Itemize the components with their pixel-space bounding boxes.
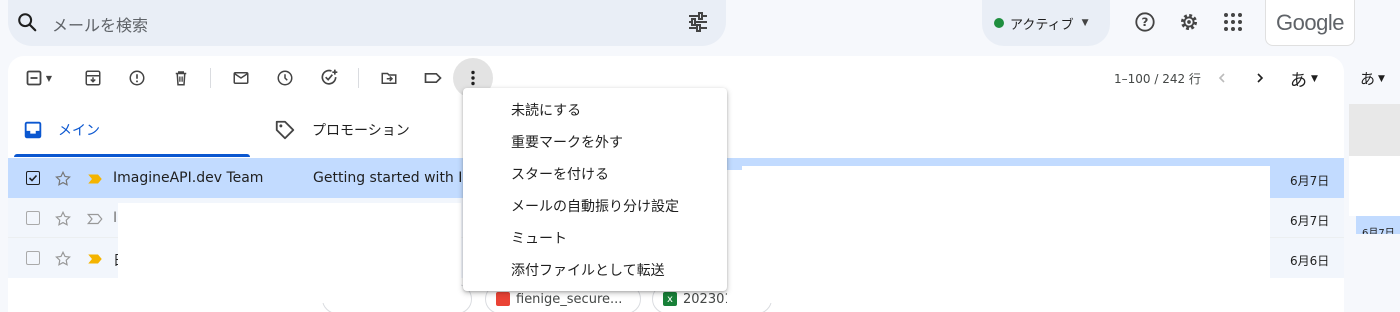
redacted-region	[727, 170, 1270, 303]
star-icon[interactable]	[54, 250, 72, 268]
archive-icon[interactable]	[81, 66, 105, 90]
toolbar-divider	[210, 68, 211, 88]
input-tools-label: あ	[1360, 70, 1376, 88]
tab-promotions[interactable]: プロモーション	[312, 120, 410, 140]
redacted-region	[118, 203, 461, 303]
tab-main[interactable]: メイン	[58, 120, 100, 140]
side-panel-row	[1349, 156, 1400, 216]
side-panel-strip	[1349, 104, 1400, 156]
mark-as-read-icon[interactable]	[229, 66, 253, 90]
search-icon[interactable]	[16, 11, 38, 33]
status-selector[interactable]: アクティブ ▼	[982, 0, 1110, 46]
snooze-clock-icon[interactable]	[273, 66, 297, 90]
menu-item-forward-as-attachment[interactable]: 添付ファイルとして転送	[463, 254, 727, 286]
chevron-down-icon: ▼	[1378, 73, 1385, 84]
chevron-right-icon[interactable]	[1248, 66, 1272, 90]
google-logo[interactable]: Google	[1265, 0, 1355, 46]
row-date: 6月7日	[1290, 214, 1330, 228]
attachment-name: fienige_secure...	[516, 291, 623, 307]
important-marker-icon[interactable]	[86, 250, 104, 268]
chevron-down-icon: ▼	[1311, 73, 1318, 84]
status-label: アクティブ	[1010, 17, 1074, 33]
add-task-icon[interactable]	[317, 66, 341, 90]
row-checkbox[interactable]	[26, 171, 40, 185]
delete-icon[interactable]	[169, 66, 193, 90]
more-vert-icon[interactable]	[461, 66, 485, 90]
row-subject: Getting started with Ima	[313, 170, 485, 186]
svg-text:?: ?	[1142, 15, 1149, 29]
toolbar-divider	[358, 68, 359, 88]
pagination-range: 1–100 / 242 行	[1114, 72, 1201, 86]
redacted-region	[742, 166, 1270, 176]
chevron-down-icon: ▼	[1081, 18, 1089, 28]
menu-item-unmark-important[interactable]: 重要マークを外す	[463, 126, 727, 158]
input-tools-label: あ	[1290, 71, 1307, 91]
row-date: 6月7日	[1290, 174, 1330, 188]
menu-item-mute[interactable]: ミュート	[463, 222, 727, 254]
pdf-file-icon	[496, 292, 510, 306]
tag-icon[interactable]	[274, 119, 296, 141]
more-options-menu: 未読にする 重要マークを外す スターを付ける メールの自動振り分け設定 ミュート…	[463, 88, 727, 291]
gear-icon[interactable]	[1175, 8, 1203, 36]
input-tools-button-secondary[interactable]: あ ▼	[1360, 68, 1385, 89]
star-icon[interactable]	[54, 170, 72, 188]
spreadsheet-file-icon: x	[663, 292, 677, 306]
input-tools-button[interactable]: あ ▼	[1290, 66, 1318, 91]
row-checkbox[interactable]	[26, 211, 40, 225]
menu-item-mark-unread[interactable]: 未読にする	[463, 94, 727, 126]
chevron-left-icon[interactable]	[1210, 66, 1234, 90]
inbox-icon[interactable]	[22, 119, 44, 141]
important-marker-icon[interactable]	[86, 210, 104, 228]
menu-item-add-star[interactable]: スターを付ける	[463, 158, 727, 190]
help-icon[interactable]: ?	[1131, 8, 1159, 36]
row-date: 6月6日	[1290, 254, 1330, 268]
apps-grid-icon[interactable]	[1219, 8, 1247, 36]
menu-item-filter-messages[interactable]: メールの自動振り分け設定	[463, 190, 727, 222]
row-checkbox[interactable]	[26, 251, 40, 265]
move-to-icon[interactable]	[377, 66, 401, 90]
tab-active-indicator	[14, 154, 250, 157]
label-icon[interactable]	[421, 66, 445, 90]
star-icon[interactable]	[54, 210, 72, 228]
row-sender: ImagineAPI.dev Team	[113, 170, 264, 186]
search-input[interactable]: メールを検索	[52, 12, 148, 36]
status-dot-icon	[994, 18, 1004, 28]
row-sender: I	[113, 210, 118, 226]
side-panel-date: 6月7日	[1356, 216, 1400, 234]
select-dropdown-icon[interactable]: ▼	[42, 66, 56, 90]
report-spam-icon[interactable]	[125, 66, 149, 90]
search-options-icon[interactable]	[686, 10, 710, 34]
important-marker-icon[interactable]	[86, 170, 104, 188]
